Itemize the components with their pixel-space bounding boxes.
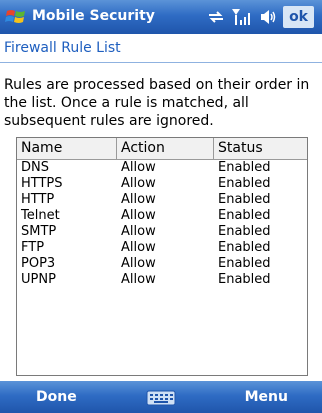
table-row[interactable]: UPNP Allow Enabled (17, 272, 307, 288)
description-text: Rules are processed based on their order… (4, 77, 310, 129)
page-header: Firewall Rule List (0, 34, 322, 63)
rule-status-cell: Enabled (218, 176, 271, 191)
rule-status-cell: Enabled (218, 208, 271, 223)
app-title: Mobile Security (32, 8, 155, 24)
keyboard-icon[interactable] (146, 390, 176, 406)
windows-start-icon[interactable] (5, 6, 27, 28)
title-bar: Mobile Security ok (0, 0, 322, 34)
rule-status-cell: Enabled (218, 256, 271, 271)
rule-action-cell: Allow (121, 160, 156, 175)
table-row[interactable]: POP3 Allow Enabled (17, 256, 307, 272)
rule-status-cell: Enabled (218, 192, 271, 207)
rule-name-cell: Telnet (21, 208, 60, 223)
rule-action-cell: Allow (121, 176, 156, 191)
signal-icon[interactable] (231, 7, 253, 27)
connectivity-icon[interactable] (207, 8, 225, 26)
menu-softkey[interactable]: Menu (245, 389, 288, 405)
rule-action-cell: Allow (121, 224, 156, 239)
rule-action-cell: Allow (121, 192, 156, 207)
rule-name-cell: DNS (21, 160, 49, 175)
table-row[interactable]: Telnet Allow Enabled (17, 208, 307, 224)
rule-action-cell: Allow (121, 272, 156, 287)
list-header: Name Action Status (17, 138, 307, 160)
table-row[interactable]: SMTP Allow Enabled (17, 224, 307, 240)
volume-icon[interactable] (259, 8, 277, 26)
rule-name-cell: UPNP (21, 272, 56, 287)
column-header-status[interactable]: Status (214, 138, 307, 160)
ok-button[interactable]: ok (283, 6, 314, 28)
column-header-action[interactable]: Action (117, 138, 214, 160)
table-row[interactable]: DNS Allow Enabled (17, 160, 307, 176)
rule-status-cell: Enabled (218, 224, 271, 239)
rule-name-cell: FTP (21, 240, 45, 255)
status-icons: ok (207, 5, 314, 29)
rule-status-cell: Enabled (218, 160, 271, 175)
firewall-rule-list[interactable]: Name Action Status DNS Allow Enabled HTTPS A… (16, 137, 308, 376)
rule-action-cell: Allow (121, 240, 156, 255)
rule-action-cell: Allow (121, 256, 156, 271)
rule-status-cell: Enabled (218, 272, 271, 287)
rule-name-cell: SMTP (21, 224, 57, 239)
rule-name-cell: HTTPS (21, 176, 63, 191)
table-row[interactable]: HTTP Allow Enabled (17, 192, 307, 208)
softkey-bar: Done Menu (0, 381, 322, 413)
rule-name-cell: POP3 (21, 256, 56, 271)
list-body: DNS Allow Enabled HTTPS Allow Enabled HTTP Allo… (17, 160, 307, 288)
rule-status-cell: Enabled (218, 240, 271, 255)
table-row[interactable]: FTP Allow Enabled (17, 240, 307, 256)
done-softkey[interactable]: Done (36, 389, 77, 405)
page-title: Firewall Rule List (4, 40, 121, 56)
table-row[interactable]: HTTPS Allow Enabled (17, 176, 307, 192)
rule-action-cell: Allow (121, 208, 156, 223)
rule-name-cell: HTTP (21, 192, 55, 207)
column-header-name[interactable]: Name (17, 138, 117, 160)
